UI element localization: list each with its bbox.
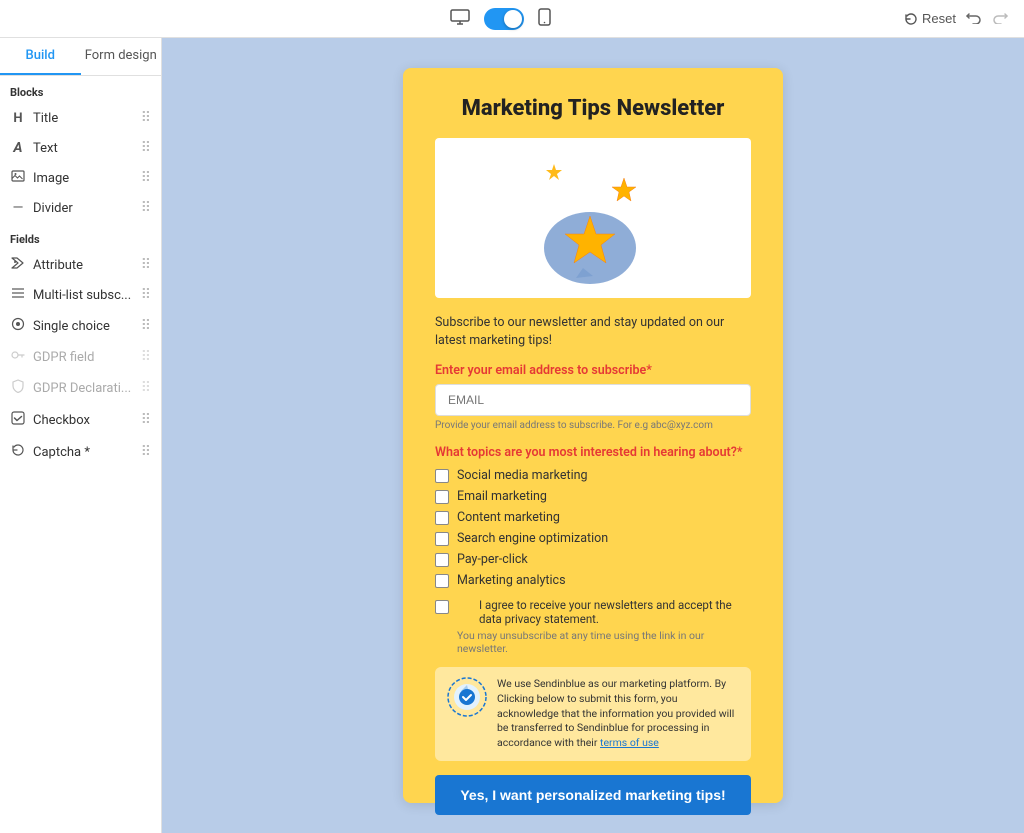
- content-area: Marketing Tips Newsletter: [162, 38, 1024, 833]
- checkbox-2[interactable]: [435, 511, 449, 525]
- sidebar-item-gdpr-field: GDPR field ⠿: [0, 342, 161, 372]
- drag-handle-singlechoice[interactable]: ⠿: [141, 318, 151, 334]
- captcha-label: Captcha *: [33, 445, 90, 460]
- top-bar: Reset: [0, 0, 1024, 38]
- topic-label-2: Content marketing: [457, 510, 560, 525]
- topic-label-5: Marketing analytics: [457, 573, 566, 588]
- list-icon: [10, 287, 26, 303]
- sidebar-item-attribute[interactable]: Attribute ⠿: [0, 250, 161, 280]
- topic-item-4: Pay-per-click: [435, 552, 751, 567]
- drag-handle-divider[interactable]: ⠿: [141, 200, 151, 216]
- checkbox-5[interactable]: [435, 574, 449, 588]
- form-description: Subscribe to our newsletter and stay upd…: [435, 314, 751, 349]
- sidebar-item-text[interactable]: A Text ⠿: [0, 133, 161, 163]
- checkbox-label: Checkbox: [33, 413, 90, 428]
- text-label: Text: [33, 141, 58, 156]
- gdpr-text: I agree to receive your newsletters and …: [479, 598, 751, 626]
- drag-handle-image[interactable]: ⠿: [141, 170, 151, 186]
- reset-button[interactable]: Reset: [904, 11, 956, 26]
- topic-item-1: Email marketing: [435, 489, 751, 504]
- key-icon: [10, 349, 26, 365]
- sidebar-item-title[interactable]: H Title ⠿: [0, 103, 161, 133]
- mobile-icon[interactable]: [538, 8, 551, 30]
- sidebar: Build Form design Blocks H Title ⠿ A Tex…: [0, 38, 162, 833]
- form-card: Marketing Tips Newsletter: [403, 68, 783, 803]
- tab-build[interactable]: Build: [0, 38, 81, 75]
- form-title: Marketing Tips Newsletter: [435, 96, 751, 122]
- top-bar-actions: Reset: [904, 8, 1008, 29]
- topic-label-1: Email marketing: [457, 489, 547, 504]
- circle-icon: [10, 317, 26, 335]
- topics-label: What topics are you most interested in h…: [435, 445, 751, 460]
- divider-label: Divider: [33, 201, 73, 216]
- redo-button[interactable]: [992, 8, 1008, 29]
- drag-handle-attribute[interactable]: ⠿: [141, 257, 151, 273]
- drag-handle-title[interactable]: ⠿: [141, 110, 151, 126]
- drag-handle-gdpr-field: ⠿: [141, 349, 151, 365]
- gdpr-section: I agree to receive your newsletters and …: [435, 598, 751, 655]
- tab-form-design[interactable]: Form design: [81, 38, 162, 75]
- checkbox-1[interactable]: [435, 490, 449, 504]
- undo-button[interactable]: [966, 8, 982, 29]
- check-icon: [10, 411, 26, 429]
- sidebar-item-divider[interactable]: — Divider ⠿: [0, 193, 161, 223]
- preview-toggle[interactable]: [484, 8, 524, 30]
- gdpr-field-label: GDPR field: [33, 350, 94, 365]
- image-icon: [10, 170, 26, 186]
- checkbox-3[interactable]: [435, 532, 449, 546]
- brevo-notice: We use Sendinblue as our marketing platf…: [435, 667, 751, 760]
- captcha-icon: [10, 443, 26, 461]
- topic-label-3: Search engine optimization: [457, 531, 608, 546]
- divider-icon: —: [10, 200, 26, 216]
- submit-button[interactable]: Yes, I want personalized marketing tips!: [435, 775, 751, 815]
- main-area: Build Form design Blocks H Title ⠿ A Tex…: [0, 38, 1024, 833]
- topic-item-0: Social media marketing: [435, 468, 751, 483]
- multilist-label: Multi-list subsc...: [33, 288, 131, 303]
- sidebar-tabs: Build Form design: [0, 38, 161, 76]
- device-switcher: [450, 8, 551, 30]
- attribute-label: Attribute: [33, 258, 83, 273]
- sidebar-item-captcha[interactable]: Captcha * ⠿: [0, 436, 161, 468]
- email-label: Enter your email address to subscribe*: [435, 363, 751, 378]
- stars-svg: [528, 148, 658, 288]
- image-label: Image: [33, 171, 69, 186]
- drag-handle-gdpr-decl: ⠿: [141, 380, 151, 396]
- brevo-text: We use Sendinblue as our marketing platf…: [497, 677, 739, 750]
- brevo-badge: [447, 677, 487, 722]
- singlechoice-label: Single choice: [33, 319, 110, 334]
- title-label: Title: [33, 111, 58, 126]
- email-hint: Provide your email address to subscribe.…: [435, 420, 751, 431]
- gdpr-checkbox[interactable]: [435, 600, 449, 614]
- topic-item-5: Marketing analytics: [435, 573, 751, 588]
- terms-link[interactable]: terms of use: [600, 736, 659, 749]
- form-image: [435, 138, 751, 298]
- sidebar-item-gdpr-decl: GDPR Declarati... ⠿: [0, 372, 161, 404]
- tag-icon: [10, 257, 26, 273]
- drag-handle-multilist[interactable]: ⠿: [141, 287, 151, 303]
- drag-handle-checkbox[interactable]: ⠿: [141, 412, 151, 428]
- email-input[interactable]: [435, 384, 751, 416]
- title-icon: H: [10, 111, 26, 126]
- topic-item-3: Search engine optimization: [435, 531, 751, 546]
- gdpr-hint: You may unsubscribe at any time using th…: [457, 629, 751, 655]
- checkbox-4[interactable]: [435, 553, 449, 567]
- drag-handle-text[interactable]: ⠿: [141, 140, 151, 156]
- topic-label-4: Pay-per-click: [457, 552, 528, 567]
- reset-label: Reset: [922, 11, 956, 26]
- desktop-icon[interactable]: [450, 9, 470, 29]
- gdpr-decl-label: GDPR Declarati...: [33, 381, 131, 396]
- fields-label: Fields: [0, 223, 161, 250]
- sidebar-item-image[interactable]: Image ⠿: [0, 163, 161, 193]
- topic-item-2: Content marketing: [435, 510, 751, 525]
- checkbox-0[interactable]: [435, 469, 449, 483]
- sidebar-item-singlechoice[interactable]: Single choice ⠿: [0, 310, 161, 342]
- shield-icon: [10, 379, 26, 397]
- topic-label-0: Social media marketing: [457, 468, 588, 483]
- sidebar-item-checkbox[interactable]: Checkbox ⠿: [0, 404, 161, 436]
- sidebar-item-multilist[interactable]: Multi-list subsc... ⠿: [0, 280, 161, 310]
- blocks-label: Blocks: [0, 76, 161, 103]
- text-icon: A: [10, 140, 26, 156]
- drag-handle-captcha[interactable]: ⠿: [141, 444, 151, 460]
